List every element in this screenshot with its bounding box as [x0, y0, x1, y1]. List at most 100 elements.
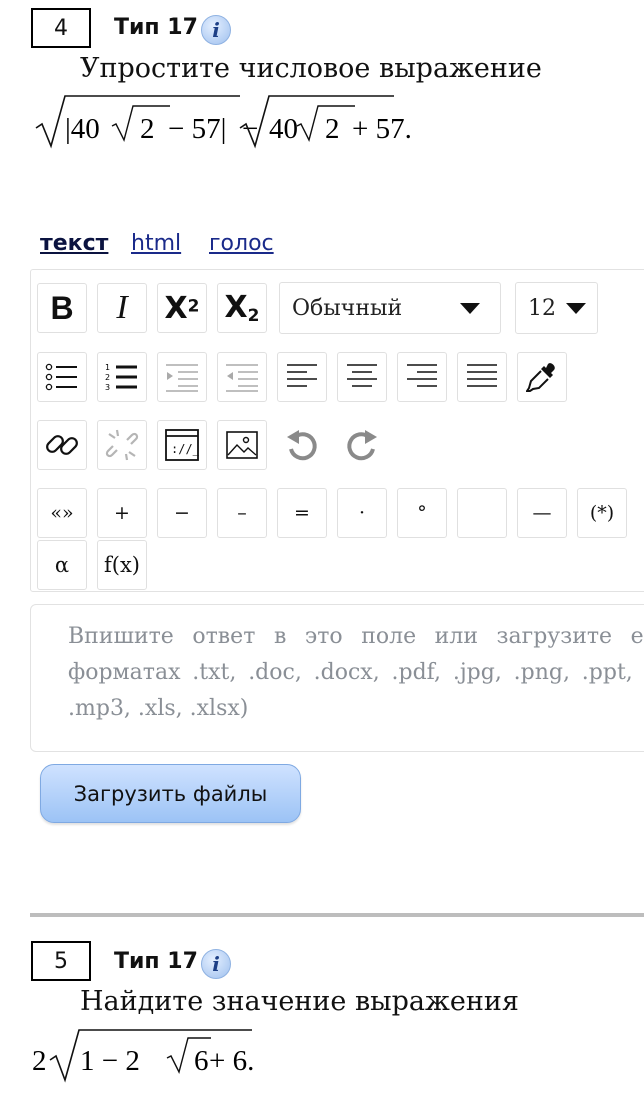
- align-left-icon: [287, 364, 317, 387]
- info-icon-glyph: i: [212, 18, 220, 42]
- symbol-label: =: [294, 502, 310, 524]
- unlink-button[interactable]: [97, 420, 147, 470]
- align-center-icon: [347, 364, 377, 387]
- formula-part-one-minus-two: 1 − 2: [80, 1045, 140, 1077]
- svg-text:2: 2: [105, 373, 110, 382]
- function-label: f(x): [103, 553, 140, 577]
- alpha-label: α: [54, 553, 70, 577]
- section-divider: [30, 913, 644, 917]
- tab-voice[interactable]: голос: [209, 231, 274, 256]
- format-select[interactable]: Обычный: [279, 282, 501, 334]
- bold-button[interactable]: B: [37, 283, 87, 333]
- symbol-minus-button[interactable]: −: [157, 488, 207, 538]
- undo-icon: [287, 430, 317, 461]
- formula-button[interactable]: f(x): [97, 540, 147, 590]
- superscript-button[interactable]: X2: [157, 283, 207, 333]
- tab-html[interactable]: html: [131, 231, 181, 256]
- bold-icon: B: [50, 289, 74, 326]
- formula-part-plus57: + 57.: [352, 113, 412, 145]
- numbered-list-icon: 1 2 3: [105, 363, 137, 392]
- symbol-equals-button[interactable]: =: [277, 488, 327, 538]
- color-picker-button[interactable]: [517, 352, 567, 402]
- redo-button[interactable]: [337, 420, 387, 470]
- symbol-label: «»: [50, 502, 74, 524]
- answer-textarea[interactable]: Впишите ответ в это поле или загрузите е…: [30, 604, 644, 752]
- indent-button[interactable]: [157, 352, 207, 402]
- formula-part-six: 6: [194, 1045, 209, 1077]
- symbol-alpha-button[interactable]: α: [37, 540, 87, 590]
- formula-part-root2-a: 2: [140, 113, 155, 145]
- info-icon-glyph: i: [212, 952, 220, 976]
- symbol-label: °: [417, 502, 427, 524]
- symbol-plus-button[interactable]: +: [97, 488, 147, 538]
- symbol-quotes-button[interactable]: «»: [37, 488, 87, 538]
- task-formula: 2 1 − 2 6 + 6.: [32, 1024, 292, 1086]
- task-formula: |40 2 − 57| − 40 2 + 57.: [32, 92, 412, 154]
- symbol-label: (*): [589, 502, 615, 524]
- unlink-icon: [105, 429, 139, 461]
- justify-button[interactable]: [457, 352, 507, 402]
- task-prompt: Найдите значение выражения: [80, 986, 519, 1017]
- formula-part-minus57: − 57|: [168, 113, 226, 145]
- formula-part-abs-open: |40: [65, 113, 100, 145]
- answer-placeholder: Впишите ответ в это поле или загрузите е…: [68, 624, 644, 721]
- align-right-button[interactable]: [397, 352, 447, 402]
- superscript-sup: 2: [187, 296, 200, 317]
- image-button[interactable]: [217, 420, 267, 470]
- chevron-down-icon: [566, 303, 586, 314]
- subscript-icon: X2: [225, 290, 260, 326]
- bullet-list-icon: [45, 363, 77, 391]
- symbol-label: —: [532, 502, 552, 524]
- formula-part-40: 40: [269, 113, 298, 145]
- superscript-base: X: [164, 290, 188, 326]
- size-select-value: 12: [528, 295, 556, 321]
- task-number: 4: [54, 15, 68, 41]
- code-block-button[interactable]: ://_: [157, 420, 207, 470]
- undo-button[interactable]: [277, 420, 327, 470]
- svg-text:1: 1: [105, 363, 110, 372]
- code-window-icon: ://_: [165, 429, 199, 461]
- symbol-parentheses-button[interactable]: (*): [577, 488, 627, 538]
- outdent-button[interactable]: [217, 352, 267, 402]
- outdent-icon: [226, 364, 258, 392]
- task-number-box: 5: [31, 941, 91, 981]
- task-type-label: Тип 17: [114, 15, 198, 40]
- symbol-degree-button[interactable]: °: [397, 488, 447, 538]
- task-prompt: Упростите числовое выражение: [80, 53, 542, 84]
- align-left-button[interactable]: [277, 352, 327, 402]
- formula-part-plus-six: + 6.: [209, 1045, 254, 1077]
- task-number: 5: [54, 948, 68, 974]
- symbol-en-dash-button[interactable]: –: [217, 488, 267, 538]
- chevron-down-icon: [460, 303, 480, 314]
- link-button[interactable]: [37, 420, 87, 470]
- symbol-label: +: [114, 502, 130, 524]
- upload-files-button[interactable]: Загрузить файлы: [40, 764, 301, 823]
- numbered-list-button[interactable]: 1 2 3: [97, 352, 147, 402]
- indent-icon: [166, 364, 198, 392]
- info-icon[interactable]: i: [201, 15, 231, 45]
- formula-part-root2-b: 2: [325, 113, 340, 145]
- symbol-label: −: [174, 502, 190, 524]
- align-right-icon: [407, 364, 437, 387]
- italic-icon: I: [116, 289, 128, 326]
- task-number-box: 4: [31, 8, 91, 48]
- symbol-space-button[interactable]: [457, 488, 507, 538]
- symbol-em-dash-button[interactable]: —: [517, 488, 567, 538]
- link-icon: [46, 435, 78, 455]
- superscript-icon: X2: [165, 291, 200, 326]
- italic-button[interactable]: I: [97, 283, 147, 333]
- tab-text[interactable]: текст: [40, 231, 108, 256]
- size-select[interactable]: 12: [515, 282, 598, 334]
- symbol-dot-button[interactable]: ·: [337, 488, 387, 538]
- subscript-base: X: [224, 289, 248, 325]
- align-center-button[interactable]: [337, 352, 387, 402]
- info-icon[interactable]: i: [201, 949, 231, 979]
- subscript-button[interactable]: X2: [217, 283, 267, 333]
- svg-text:://_: ://_: [171, 442, 199, 456]
- symbol-label: ·: [358, 502, 366, 524]
- subscript-sub: 2: [247, 306, 260, 327]
- task-type-label: Тип 17: [114, 949, 198, 974]
- bullet-list-button[interactable]: [37, 352, 87, 402]
- upload-files-label: Загрузить файлы: [73, 781, 268, 806]
- svg-text:3: 3: [105, 383, 110, 392]
